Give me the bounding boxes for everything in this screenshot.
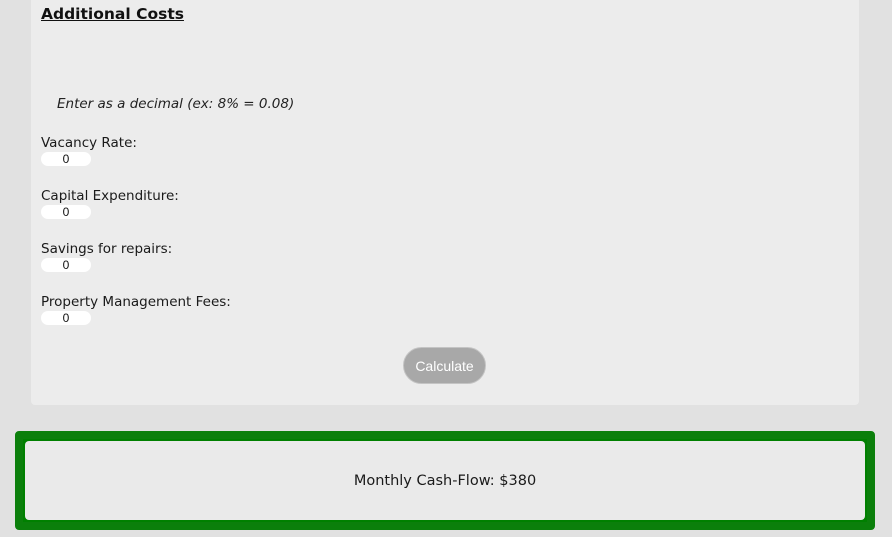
result-box: Monthly Cash-Flow: $380	[15, 431, 875, 530]
capital-expenditure-label: Capital Expenditure:	[41, 188, 179, 204]
savings-for-repairs-field: Savings for repairs:	[41, 241, 172, 272]
vacancy-rate-input[interactable]	[41, 152, 91, 166]
capital-expenditure-input[interactable]	[41, 205, 91, 219]
vacancy-rate-label: Vacancy Rate:	[41, 135, 137, 151]
property-management-fees-label: Property Management Fees:	[41, 294, 231, 310]
monthly-cash-flow-result: Monthly Cash-Flow: $380	[353, 472, 537, 489]
decimal-hint: Enter as a decimal (ex: 8% = 0.08)	[57, 96, 295, 112]
savings-for-repairs-input[interactable]	[41, 258, 91, 272]
property-management-fees-input[interactable]	[41, 311, 91, 325]
vacancy-rate-field: Vacancy Rate:	[41, 135, 137, 166]
result-inner: Monthly Cash-Flow: $380	[25, 441, 865, 520]
savings-for-repairs-label: Savings for repairs:	[41, 241, 173, 257]
section-title: Additional Costs	[41, 5, 184, 23]
capital-expenditure-field: Capital Expenditure:	[41, 188, 179, 219]
additional-costs-panel: Additional Costs Enter as a decimal (ex:…	[31, 0, 859, 405]
property-management-fees-field: Property Management Fees:	[41, 294, 231, 325]
calculate-button[interactable]: Calculate	[403, 347, 486, 384]
